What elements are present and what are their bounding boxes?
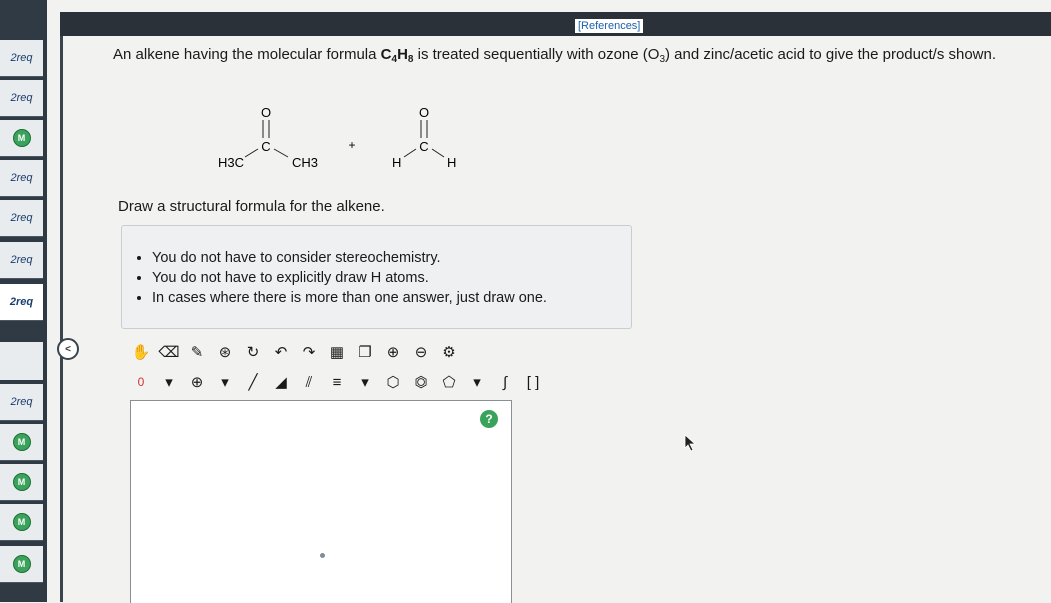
sidebar-item-label: 2req (10, 254, 33, 266)
sidebar-item-label: 2req (9, 296, 34, 308)
hint-item: In cases where there is more than one an… (152, 288, 631, 308)
panel-divider (60, 36, 75, 602)
acetone-structure: O C H3C CH3 (218, 105, 318, 170)
rotate-icon[interactable]: ↻ (242, 341, 264, 363)
cyclohexane-icon[interactable]: ⬡ (382, 371, 404, 393)
mastery-badge-icon: M (12, 473, 31, 491)
sidebar: 2req 2req M 2req 2req 2req 2req 2req M M… (0, 0, 47, 602)
cyclopentane-icon[interactable]: ⬠ (438, 371, 460, 393)
add-charge-button[interactable]: ⊕ (186, 371, 208, 393)
oxygen-label: O (261, 105, 271, 120)
mouse-cursor-icon (684, 434, 697, 452)
dropdown-arrow-icon[interactable]: ▾ (354, 371, 376, 393)
hint-item: You do not have to explicitly draw H ato… (152, 268, 631, 288)
sketcher-toolbar-bottom: 0 ▾ ⊕ ▾ ╱ ◢ ⫽ ≡ ▾ ⬡ ⏣ ⬠ ▾ ∫ [ ] (130, 370, 544, 394)
sidebar-item-5[interactable]: 2req (0, 200, 43, 237)
top-bar (60, 12, 1051, 36)
sketcher-toolbar-top: ✋ ⌫ ✎ ⊛ ↻ ↶ ↷ ▦ ❐ ⊕ ⊖ ⚙ (130, 340, 460, 364)
oxygen-label: O (419, 105, 429, 120)
hint-item: You do not have to consider stereochemis… (152, 248, 631, 268)
hydrogen-right-label: H (447, 155, 456, 170)
sidebar-item-10[interactable]: M (0, 464, 43, 501)
clean-icon[interactable]: ▦ (326, 341, 348, 363)
copy-icon[interactable]: ❐ (354, 341, 376, 363)
eraser-icon[interactable]: ⌫ (158, 341, 180, 363)
triple-bond-icon[interactable]: ≡ (326, 371, 348, 393)
sidebar-item-7-active[interactable]: 2req (0, 284, 43, 321)
hydrogen-left-label: H (392, 155, 401, 170)
carbon-label: C (261, 139, 270, 154)
formaldehyde-structure: O C H H (392, 105, 456, 170)
canvas-marker (320, 553, 325, 558)
hand-icon[interactable]: ✋ (130, 341, 152, 363)
lasso-icon[interactable]: ✎ (186, 341, 208, 363)
drawing-canvas[interactable] (130, 400, 512, 603)
sgroup-icon[interactable]: ∫ (494, 371, 516, 393)
draw-prompt: Draw a structural formula for the alkene… (118, 198, 385, 215)
product-structures: O C H3C CH3 + O C H H (218, 105, 456, 170)
sidebar-item-label: 2req (10, 92, 33, 104)
plus-sign: + (348, 138, 355, 152)
sidebar-item-6[interactable]: 2req (0, 242, 43, 279)
sidebar-item-2[interactable]: 2req (0, 80, 43, 117)
sidebar-item-12[interactable]: M (0, 546, 43, 583)
benzene-icon[interactable]: ⏣ (410, 371, 432, 393)
wedge-bond-icon[interactable]: ◢ (270, 371, 292, 393)
single-bond-icon[interactable]: ╱ (242, 371, 264, 393)
sidebar-item-9[interactable]: M (0, 424, 43, 461)
question-text: An alkene having the molecular formula C… (113, 46, 997, 65)
references-link[interactable]: [References] (575, 19, 644, 33)
carbon-label: C (419, 139, 428, 154)
sidebar-item-label: 2req (10, 212, 33, 224)
sidebar-item-label: 2req (10, 396, 33, 408)
sidebar-item-3[interactable]: M (0, 120, 43, 157)
double-bond-icon[interactable]: ⫽ (298, 371, 320, 393)
methyl-right-label: CH3 (292, 155, 318, 170)
mastery-badge-icon: M (12, 513, 31, 531)
template-icon[interactable]: ⊛ (214, 341, 236, 363)
dropdown-arrow-icon[interactable]: ▾ (214, 371, 236, 393)
sidebar-item-label: 2req (10, 52, 33, 64)
undo-icon[interactable]: ↶ (270, 341, 292, 363)
help-icon[interactable]: ? (480, 410, 498, 428)
sidebar-item-4[interactable]: 2req (0, 160, 43, 197)
zoom-out-icon[interactable]: ⊖ (410, 341, 432, 363)
sidebar-item-11[interactable]: M (0, 504, 43, 541)
dropdown-arrow-icon[interactable]: ▾ (466, 371, 488, 393)
sidebar-spacer (0, 342, 43, 380)
sidebar-item-1[interactable]: 2req (0, 40, 43, 77)
settings-icon[interactable]: ⚙ (438, 341, 460, 363)
mastery-badge-icon: M (12, 129, 31, 147)
methyl-left-label: H3C (218, 155, 244, 170)
zoom-in-icon[interactable]: ⊕ (382, 341, 404, 363)
charge-dropdown[interactable]: 0 (130, 371, 152, 393)
sidebar-item-label: 2req (10, 172, 33, 184)
mastery-badge-icon: M (12, 555, 31, 573)
hint-box: You do not have to consider stereochemis… (121, 225, 632, 329)
redo-icon[interactable]: ↷ (298, 341, 320, 363)
dropdown-arrow-icon[interactable]: ▾ (158, 371, 180, 393)
sidebar-item-8[interactable]: 2req (0, 384, 43, 421)
bracket-icon[interactable]: [ ] (522, 371, 544, 393)
mastery-badge-icon: M (12, 433, 31, 451)
collapse-sidebar-button[interactable]: < (57, 338, 79, 360)
